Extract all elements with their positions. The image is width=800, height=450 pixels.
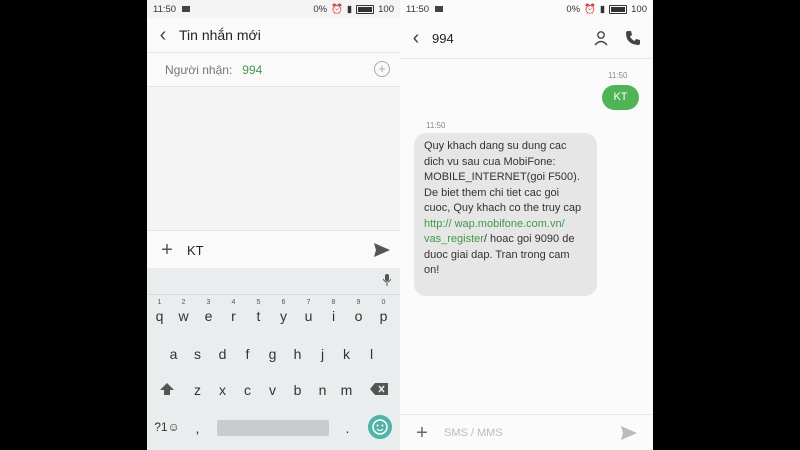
key-g[interactable]: g [260, 346, 285, 362]
app-bar: ‹ Tin nhắn mới [147, 18, 400, 52]
key-q[interactable]: 1q [147, 299, 172, 324]
status-bar: 11:50 0% ⏰ ▮ 100 [400, 0, 653, 18]
back-arrow-icon[interactable]: ‹ [400, 27, 432, 50]
battery-level: 100 [631, 3, 647, 15]
key-c[interactable]: c [235, 382, 260, 398]
conversation-header: ‹ 994 [400, 18, 653, 59]
key-v[interactable]: v [260, 382, 285, 398]
shift-icon[interactable] [154, 382, 179, 399]
battery-icon [356, 4, 375, 14]
key-z[interactable]: z [185, 382, 210, 398]
key-e[interactable]: 3e [196, 299, 221, 324]
compose-input[interactable]: KT [187, 243, 364, 258]
key-r[interactable]: 4r [221, 299, 246, 324]
notification-icon [182, 6, 191, 12]
key-k[interactable]: k [334, 346, 359, 362]
recipient-field[interactable]: Người nhận: 994 + [147, 52, 400, 87]
key-f[interactable]: f [235, 346, 260, 362]
keyboard: 1q 2w 3e 4r 5t 6y 7u 8i 9o 0p a s d f g … [147, 268, 400, 450]
contact-person-icon[interactable] [593, 30, 609, 51]
contact-name: 994 [432, 30, 454, 46]
key-p[interactable]: 0p [371, 299, 396, 324]
key-t[interactable]: 5t [246, 299, 271, 324]
key-l[interactable]: l [359, 346, 384, 362]
send-icon[interactable] [364, 238, 400, 262]
key-w[interactable]: 2w [171, 299, 196, 324]
key-u[interactable]: 7u [296, 299, 321, 324]
attach-plus-icon[interactable]: + [147, 239, 187, 262]
signal-icon: ▮ [599, 3, 606, 15]
compose-input[interactable]: SMS / MMS [444, 427, 611, 439]
key-s[interactable]: s [185, 346, 210, 362]
compose-bar: + SMS / MMS [400, 414, 653, 450]
key-y[interactable]: 6y [271, 299, 296, 324]
new-message-screen: 11:50 0% ⏰ ▮ 100 ‹ Tin nhắn mới Người nh… [147, 0, 400, 450]
message-timestamp: 11:50 [608, 71, 628, 80]
outgoing-message-bubble[interactable]: KT [602, 85, 639, 110]
emoji-icon[interactable] [368, 415, 392, 439]
attach-plus-icon[interactable]: + [400, 422, 444, 445]
key-d[interactable]: d [210, 346, 235, 362]
send-icon[interactable] [611, 421, 647, 445]
status-time: 11:50 [153, 3, 177, 15]
key-o[interactable]: 9o [346, 299, 371, 324]
key-j[interactable]: j [310, 346, 335, 362]
page-title: Tin nhắn mới [179, 27, 261, 43]
key-b[interactable]: b [285, 382, 310, 398]
data-usage: 0% [313, 3, 328, 15]
alarm-icon: ⏰ [331, 3, 343, 15]
key-i[interactable]: 8i [321, 299, 346, 324]
comma-key[interactable]: , [185, 420, 210, 436]
space-key[interactable] [217, 420, 329, 436]
key-m[interactable]: m [334, 382, 359, 398]
conversation-screen: 11:50 0% ⏰ ▮ 100 ‹ 994 11:50 KT 11:50 Qu… [400, 0, 653, 450]
key-h[interactable]: h [285, 346, 310, 362]
key-a[interactable]: a [161, 346, 186, 362]
signal-icon: ▮ [346, 3, 353, 15]
status-time: 11:50 [406, 3, 430, 15]
message-text: Quy khach dang su dung cac dich vu sau c… [424, 140, 582, 214]
data-usage: 0% [566, 3, 581, 15]
battery-icon [609, 4, 628, 14]
microphone-icon[interactable] [382, 273, 392, 286]
alarm-icon: ⏰ [584, 3, 596, 15]
notification-icon [435, 6, 444, 12]
key-n[interactable]: n [310, 382, 335, 398]
message-timestamp: 11:50 [426, 121, 446, 130]
recipient-value[interactable]: 994 [242, 63, 262, 77]
backspace-icon[interactable] [366, 382, 391, 398]
key-x[interactable]: x [210, 382, 235, 398]
status-bar: 11:50 0% ⏰ ▮ 100 [147, 0, 400, 18]
compose-bar: + KT [147, 230, 400, 269]
symbols-key[interactable]: ?1☺ [152, 420, 182, 434]
back-arrow-icon[interactable]: ‹ [147, 24, 179, 47]
phone-call-icon[interactable] [625, 30, 641, 51]
period-key[interactable]: . [335, 420, 360, 436]
incoming-message-bubble[interactable]: Quy khach dang su dung cac dich vu sau c… [414, 133, 597, 296]
keyboard-suggestion-bar [147, 268, 400, 295]
battery-level: 100 [378, 3, 394, 15]
recipient-label: Người nhận: [165, 62, 233, 77]
add-contact-icon[interactable]: + [374, 61, 390, 77]
